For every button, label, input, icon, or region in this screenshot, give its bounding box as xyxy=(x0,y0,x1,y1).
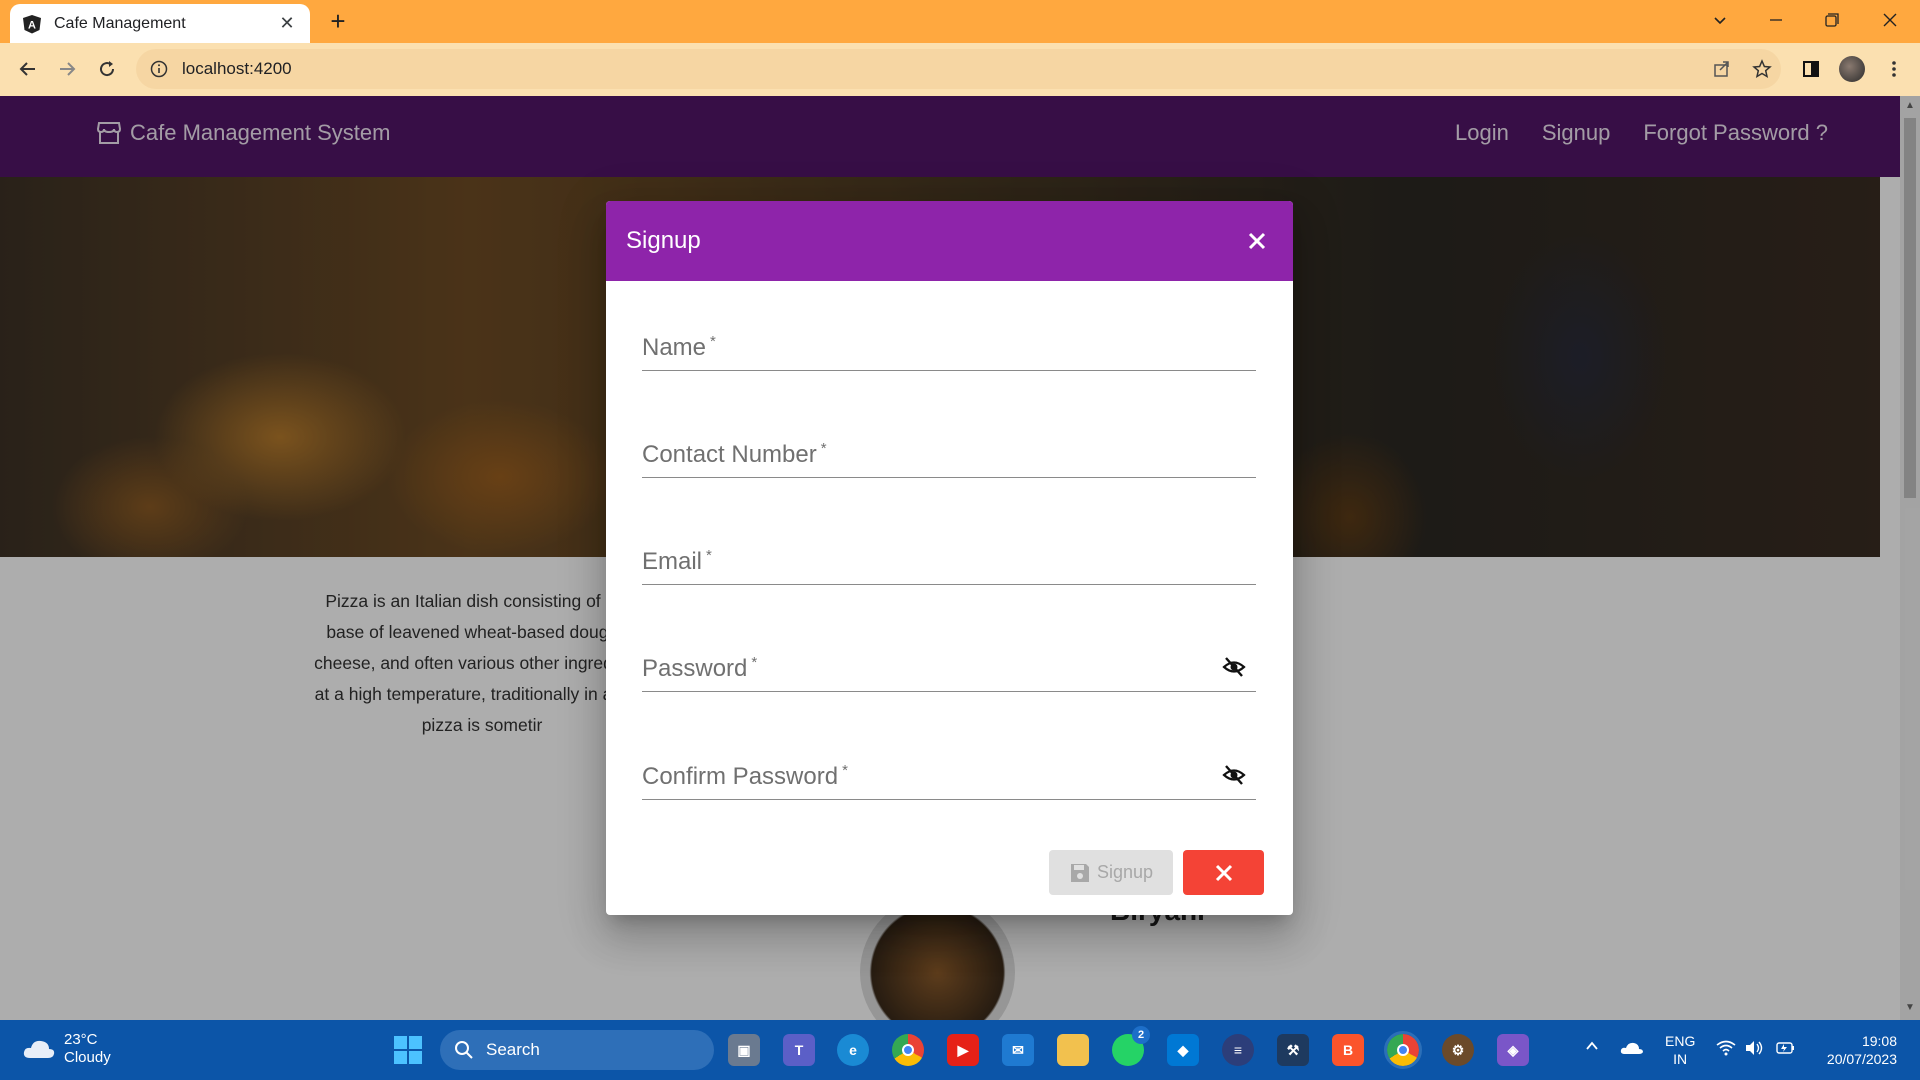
clock-time: 19:08 xyxy=(1861,1033,1897,1049)
volume-icon[interactable] xyxy=(1744,1040,1764,1060)
contact-number-field[interactable]: Contact Number * xyxy=(642,426,1256,478)
tab-search-icon[interactable] xyxy=(1692,0,1748,40)
close-tab-icon[interactable]: ✕ xyxy=(276,13,298,34)
clock[interactable]: 19:08 20/07/2023 xyxy=(1815,1032,1897,1068)
restore-button[interactable] xyxy=(1804,0,1860,40)
visibility-off-icon[interactable] xyxy=(1220,761,1248,789)
taskbar-search[interactable]: Search xyxy=(440,1030,714,1070)
weather-temp: 23°C xyxy=(64,1031,98,1048)
teams-icon[interactable]: T xyxy=(783,1034,815,1066)
dialog-title: Signup xyxy=(626,227,701,254)
password-input[interactable] xyxy=(642,651,1256,691)
onedrive-icon[interactable] xyxy=(1620,1040,1644,1060)
signup-dialog: Signup Name * Contact Number * Email * Pass… xyxy=(606,201,1293,915)
name-field[interactable]: Name * xyxy=(642,319,1256,371)
browser-toolbar: localhost:4200 xyxy=(0,43,1920,96)
confirm-password-input[interactable] xyxy=(642,759,1256,799)
git-icon[interactable]: ◈ xyxy=(1497,1034,1529,1066)
minimize-button[interactable] xyxy=(1748,0,1804,40)
task-view-icon[interactable]: ▣ xyxy=(728,1034,760,1066)
whatsapp-icon[interactable]: 2 xyxy=(1112,1026,1150,1066)
back-icon[interactable] xyxy=(10,51,46,87)
chrome-icon[interactable] xyxy=(892,1034,924,1066)
lang-region: IN xyxy=(1673,1051,1688,1067)
close-icon xyxy=(1215,864,1232,881)
whatsapp-badge: 2 xyxy=(1132,1026,1150,1044)
weather-desc: Cloudy xyxy=(64,1049,111,1066)
dialog-header: Signup xyxy=(606,201,1293,281)
address-bar[interactable]: localhost:4200 xyxy=(136,49,1781,89)
visibility-off-icon[interactable] xyxy=(1220,653,1248,681)
close-icon[interactable] xyxy=(1241,225,1273,257)
signup-button-label: Signup xyxy=(1096,862,1154,882)
side-panel-icon[interactable] xyxy=(1795,53,1827,85)
wifi-icon[interactable] xyxy=(1716,1040,1736,1060)
signup-submit-button[interactable]: Signup xyxy=(1049,850,1173,895)
lang-code: ENG xyxy=(1665,1033,1696,1049)
edge-icon[interactable]: e xyxy=(837,1034,869,1066)
close-window-button[interactable] xyxy=(1862,0,1918,40)
reload-icon[interactable] xyxy=(89,51,125,87)
share-icon[interactable] xyxy=(1706,53,1738,85)
file-explorer-icon[interactable] xyxy=(1057,1034,1089,1066)
svg-text:A: A xyxy=(28,19,36,31)
search-icon xyxy=(455,1041,473,1059)
profile-avatar[interactable] xyxy=(1836,53,1868,85)
angular-icon: A xyxy=(23,14,41,33)
url-text: localhost:4200 xyxy=(182,59,292,78)
vscode-icon[interactable]: ◆ xyxy=(1167,1034,1199,1066)
new-tab-button[interactable]: + xyxy=(322,6,354,38)
contact-number-input[interactable] xyxy=(642,437,1256,477)
start-icon[interactable] xyxy=(392,1034,424,1066)
language-indicator[interactable]: ENG IN xyxy=(1665,1032,1695,1068)
bookmark-star-icon[interactable] xyxy=(1746,53,1778,85)
confirm-password-field[interactable]: Confirm Password * xyxy=(642,748,1256,800)
search-label: Search xyxy=(486,1040,540,1059)
email-field[interactable]: Email * xyxy=(642,533,1256,585)
brave-icon[interactable]: B xyxy=(1332,1034,1364,1066)
weather-widget[interactable]: 23°C Cloudy xyxy=(22,1031,111,1067)
email-input[interactable] xyxy=(642,544,1256,584)
eclipse-icon[interactable]: ≡ xyxy=(1222,1034,1254,1066)
cloud-icon xyxy=(23,1040,55,1058)
mail-icon[interactable]: ✉ xyxy=(1002,1034,1034,1066)
save-icon xyxy=(1070,863,1089,882)
forward-icon[interactable] xyxy=(49,51,85,87)
app-icon[interactable]: ⚒ xyxy=(1277,1034,1309,1066)
browser-tab[interactable]: A Cafe Management ✕ xyxy=(10,4,310,43)
chrome-active-icon[interactable] xyxy=(1384,1031,1422,1069)
taskbar: 23°C Cloudy Search ▣ T e ▶ ✉ 2 ◆ ≡ ⚒ B ⚙… xyxy=(0,1020,1920,1080)
chevron-up-icon[interactable] xyxy=(1584,1038,1600,1058)
cancel-button[interactable] xyxy=(1183,850,1264,895)
battery-icon[interactable] xyxy=(1774,1040,1796,1060)
settings-gear-icon[interactable]: ⚙ xyxy=(1442,1034,1474,1066)
password-field[interactable]: Password * xyxy=(642,640,1256,692)
site-info-icon[interactable] xyxy=(150,60,168,78)
browser-menu-icon[interactable] xyxy=(1878,53,1910,85)
name-input[interactable] xyxy=(642,330,1256,370)
youtube-icon[interactable]: ▶ xyxy=(947,1034,979,1066)
clock-date: 20/07/2023 xyxy=(1826,1051,1897,1067)
tab-title: Cafe Management xyxy=(54,14,186,32)
browser-tab-strip: A Cafe Management ✕ + xyxy=(0,0,1920,43)
